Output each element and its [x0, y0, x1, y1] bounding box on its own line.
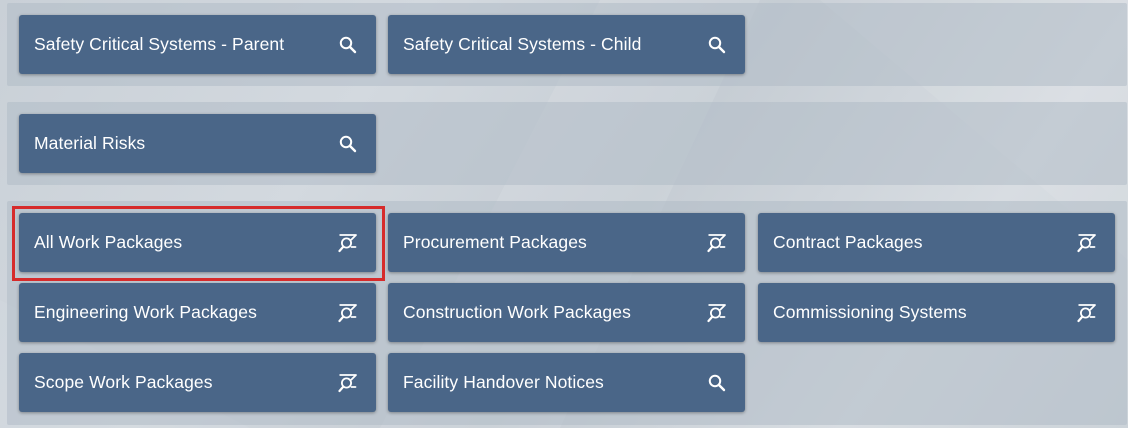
tile-engineering-work-packages[interactable]: Engineering Work Packages	[19, 283, 376, 342]
filter-search-icon	[707, 303, 727, 323]
tile-label: Safety Critical Systems - Parent	[34, 34, 285, 54]
tile-label: Scope Work Packages	[34, 372, 213, 392]
tile-safety-critical-systems-parent[interactable]: Safety Critical Systems - Parent	[19, 15, 376, 74]
tile-label: Procurement Packages	[403, 232, 587, 252]
filter-search-icon	[1077, 303, 1097, 323]
tile-group-safety-critical: Safety Critical Systems - Parent Safety …	[7, 3, 1127, 86]
tile-label: Facility Handover Notices	[403, 372, 604, 392]
filter-search-icon	[1077, 233, 1097, 253]
tile-commissioning-systems[interactable]: Commissioning Systems	[758, 283, 1115, 342]
tile-group-work-packages: All Work Packages Procurement Packages C…	[7, 201, 1127, 425]
tile-material-risks[interactable]: Material Risks	[19, 114, 376, 173]
search-icon	[338, 134, 358, 154]
tile-scope-work-packages[interactable]: Scope Work Packages	[19, 353, 376, 412]
tile-label: Contract Packages	[773, 232, 923, 252]
filter-search-icon	[338, 373, 358, 393]
tile-label: All Work Packages	[34, 232, 183, 252]
tile-all-work-packages[interactable]: All Work Packages	[19, 213, 376, 272]
tile-construction-work-packages[interactable]: Construction Work Packages	[388, 283, 745, 342]
filter-search-icon	[707, 233, 727, 253]
tile-group-material-risks: Material Risks	[7, 102, 1127, 185]
tile-label: Commissioning Systems	[773, 302, 967, 322]
tile-contract-packages[interactable]: Contract Packages	[758, 213, 1115, 272]
tile-label: Engineering Work Packages	[34, 302, 257, 322]
tile-label: Construction Work Packages	[403, 302, 631, 322]
tile-label: Safety Critical Systems - Child	[403, 34, 642, 54]
tile-safety-critical-systems-child[interactable]: Safety Critical Systems - Child	[388, 15, 745, 74]
tile-facility-handover-notices[interactable]: Facility Handover Notices	[388, 353, 745, 412]
search-icon	[707, 373, 727, 393]
filter-search-icon	[338, 233, 358, 253]
search-icon	[338, 35, 358, 55]
tile-procurement-packages[interactable]: Procurement Packages	[388, 213, 745, 272]
filter-search-icon	[338, 303, 358, 323]
tile-label: Material Risks	[34, 133, 146, 153]
search-icon	[707, 35, 727, 55]
